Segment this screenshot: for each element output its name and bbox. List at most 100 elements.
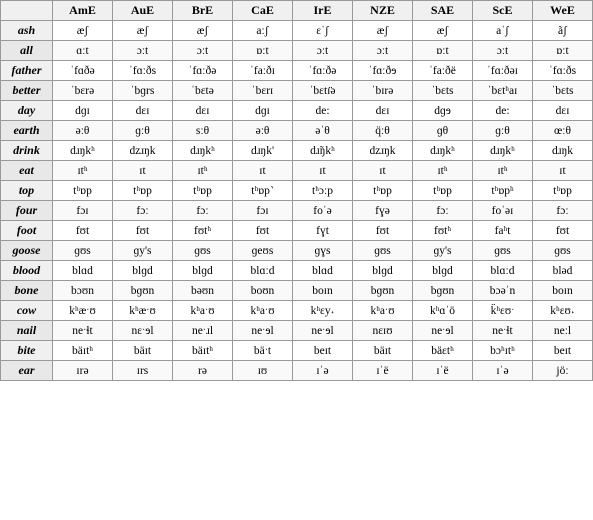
word-cell: all: [1, 41, 53, 61]
ipa-cell: dɹŋkʰ: [413, 141, 473, 161]
ipa-cell: sːθ: [173, 121, 233, 141]
table-row: nailneˑɬtnɛˑɘlneˑɹlneˑɘlneˑɘlnɛɪʊneˑɘlne…: [1, 321, 593, 341]
ipa-cell: əːθ: [233, 121, 293, 141]
ipa-cell: bləd: [533, 261, 593, 281]
ipa-cell: bɡʊn: [113, 281, 173, 301]
ipa-cell: ɪˈë: [413, 361, 473, 381]
ipa-cell: fɔː: [173, 201, 233, 221]
ipa-cell: bɔʊn: [53, 281, 113, 301]
ipa-cell: tʰɒp: [353, 181, 413, 201]
ipa-cell: tʰɒp: [173, 181, 233, 201]
ipa-cell: ˈfaːðë: [413, 61, 473, 81]
table-row: earɪrəɪrsrəɪʊɪˈəɪˈëɪˈëɪˈəjöː: [1, 361, 593, 381]
ipa-cell: ɑːt: [53, 41, 113, 61]
ipa-cell: blɡd: [353, 261, 413, 281]
ipa-cell: neˑɘl: [233, 321, 293, 341]
ipa-cell: dɹŋkʰ: [473, 141, 533, 161]
ipa-cell: dɛɪ: [113, 101, 173, 121]
ipa-cell: ɪˈə: [473, 361, 533, 381]
word-cell: father: [1, 61, 53, 81]
ipa-cell: aːʃ: [233, 21, 293, 41]
ipa-cell: ɛˈʃ: [293, 21, 353, 41]
ipa-cell: jöː: [533, 361, 593, 381]
ipa-cell: k̈ʰɛʊˑ: [473, 301, 533, 321]
ipa-cell: æʃ: [353, 21, 413, 41]
ipa-cell: æʃ: [413, 21, 473, 41]
dialect-header-ame: AmE: [53, 1, 113, 21]
table-header: AmEAuEBrECaEIrENZESAEScEWeE: [1, 1, 593, 21]
ipa-cell: ˈfɑːðə: [293, 61, 353, 81]
ipa-cell: de:: [293, 101, 353, 121]
table-row: bloodblɑdblɡdblɡdblɑːdblɑdblɡdblɡdblɑːdb…: [1, 261, 593, 281]
ipa-cell: bɔʰɪtʰ: [473, 341, 533, 361]
ipa-cell: ˈfɑːðɘ: [353, 61, 413, 81]
table-row: fatherˈfɑðəˈfɑːðsˈfɑːðəˈfaːðɪˈfɑːðəˈfɑːð…: [1, 61, 593, 81]
ipa-cell: əːθ: [53, 121, 113, 141]
ipa-cell: bəʊn: [173, 281, 233, 301]
ipa-cell: neˑɘl: [293, 321, 353, 341]
ipa-cell: ɔːt: [353, 41, 413, 61]
ipa-cell: ˈbɛtʰaɪ: [473, 81, 533, 101]
ipa-cell: ɒːt: [533, 41, 593, 61]
ipa-cell: æʃ: [113, 21, 173, 41]
ipa-cell: œːθ: [533, 121, 593, 141]
ipa-cell: bɔəˈn: [473, 281, 533, 301]
ipa-cell: ɔːt: [293, 41, 353, 61]
table-row: toptʰɒptʰɒptʰɒptʰɒp˺tʰɔːptʰɒptʰɒptʰɒpʰtʰ…: [1, 181, 593, 201]
word-cell: drink: [1, 141, 53, 161]
ipa-cell: ãʃ: [533, 21, 593, 41]
ipa-cell: ˈfɑːðs: [113, 61, 173, 81]
ipa-cell: neˑɹl: [173, 321, 233, 341]
ipa-cell: ɪˈë: [353, 361, 413, 381]
ipa-cell: ɪt: [533, 161, 593, 181]
ipa-cell: kʰaˑʊ: [173, 301, 233, 321]
dialect-header-ire: IrE: [293, 1, 353, 21]
ipa-cell: bäɪtʰ: [53, 341, 113, 361]
ipa-cell: neˑɬt: [473, 321, 533, 341]
ipa-cell: fɔɪ: [233, 201, 293, 221]
ipa-cell: ɪt: [293, 161, 353, 181]
ipa-cell: boɪn: [533, 281, 593, 301]
ipa-cell: kʰæˑʊ: [53, 301, 113, 321]
word-cell: day: [1, 101, 53, 121]
ipa-cell: ˈbɛts: [533, 81, 593, 101]
ipa-cell: ɡʊs: [173, 241, 233, 261]
ipa-cell: ɪtʰ: [473, 161, 533, 181]
table-row: drinkdɹŋkʰdzɹŋkdɹŋkʰdɹŋk'dɹ̃ŋkʰdzɹŋkdɹŋk…: [1, 141, 593, 161]
table-row: fourfɔɪfɔːfɔːfɔɪfoˈəfɣəfɔːfoˈəɪfɔː: [1, 201, 593, 221]
ipa-cell: fɔː: [113, 201, 173, 221]
ipa-comparison-table: AmEAuEBrECaEIrENZESAEScEWeE ashæʃæʃæʃaːʃ…: [0, 0, 593, 381]
ipa-cell: ˈbɛrə: [53, 81, 113, 101]
word-column-header: [1, 1, 53, 21]
ipa-cell: bäɛtʰ: [413, 341, 473, 361]
word-cell: nail: [1, 321, 53, 341]
ipa-cell: ɡːθ: [473, 121, 533, 141]
ipa-cell: bɡʊn: [353, 281, 413, 301]
ipa-cell: fʊt: [113, 221, 173, 241]
word-cell: eat: [1, 161, 53, 181]
ipa-cell: ɒːt: [413, 41, 473, 61]
ipa-cell: fɔː: [413, 201, 473, 221]
ipa-cell: dzɹŋk: [353, 141, 413, 161]
ipa-cell: æʃ: [173, 21, 233, 41]
table-row: bitebäɪtʰbäɪtbäɪtʰbäˑtbeɪtbäɪtbäɛtʰbɔʰɪt…: [1, 341, 593, 361]
ipa-cell: ɡʊs: [353, 241, 413, 261]
word-cell: four: [1, 201, 53, 221]
dialect-header-sae: SAE: [413, 1, 473, 21]
ipa-cell: kʰɛʊ˔: [533, 301, 593, 321]
ipa-cell: blɑːd: [233, 261, 293, 281]
ipa-cell: əˈθ: [293, 121, 353, 141]
ipa-cell: ˈfɑːðs: [533, 61, 593, 81]
ipa-cell: neˑɬt: [53, 321, 113, 341]
ipa-cell: beɪt: [533, 341, 593, 361]
word-cell: ash: [1, 21, 53, 41]
ipa-cell: blɡd: [173, 261, 233, 281]
dialect-header-cae: CaE: [233, 1, 293, 21]
ipa-cell: fʊtʰ: [413, 221, 473, 241]
ipa-cell: fʊt: [533, 221, 593, 241]
ipa-cell: blɡd: [413, 261, 473, 281]
ipa-cell: ɪt: [113, 161, 173, 181]
ipa-cell: fɣə: [353, 201, 413, 221]
ipa-cell: de:: [473, 101, 533, 121]
ipa-cell: foˈə: [293, 201, 353, 221]
